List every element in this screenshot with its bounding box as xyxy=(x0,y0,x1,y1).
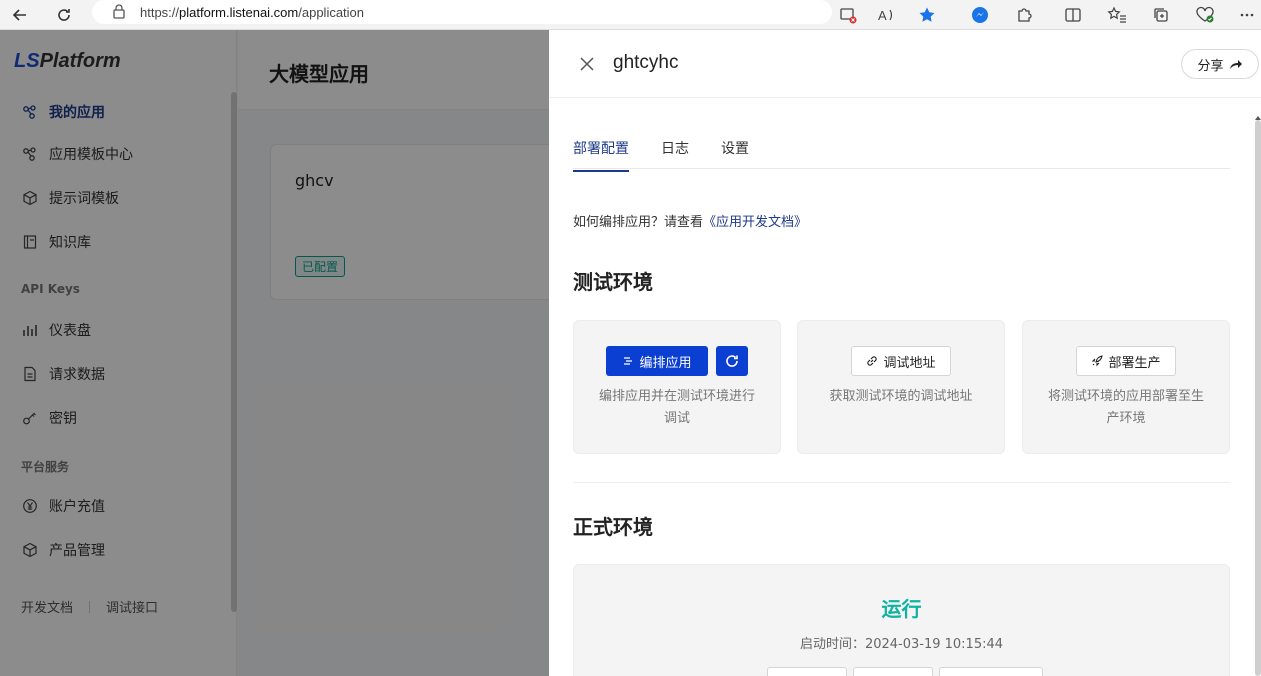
drawer-tabs: 部署配置 日志 设置 xyxy=(573,130,1230,172)
orchestrate-icon xyxy=(622,355,634,367)
test-env-title: 测试环境 xyxy=(573,270,653,294)
orchestrate-desc: 编排应用并在测试环境进行调试 xyxy=(598,389,755,426)
orchestrate-app-button[interactable]: 编排应用 xyxy=(606,346,708,376)
drawer-scrollbar[interactable] xyxy=(1255,120,1261,676)
favorites-list-icon[interactable] xyxy=(1105,3,1129,27)
lock-icon xyxy=(112,3,126,22)
deploy-prod-desc: 将测试环境的应用部署至生产环境 xyxy=(1047,389,1204,426)
tracking-blocked-icon[interactable] xyxy=(836,3,860,27)
deploy-prod-card: 部署生产 将测试环境的应用部署至生产环境 xyxy=(1022,320,1230,454)
refresh-icon[interactable] xyxy=(52,3,76,27)
tab-deploy-config[interactable]: 部署配置 xyxy=(573,138,629,172)
prod-env-panel: 运行 启动时间：2024-03-19 10:15:44 xyxy=(573,564,1230,676)
share-button[interactable]: 分享 xyxy=(1181,49,1259,79)
read-aloud-icon[interactable]: A xyxy=(875,3,899,27)
modal-overlay[interactable] xyxy=(0,30,549,676)
prod-action-button-2[interactable] xyxy=(853,667,933,676)
back-icon[interactable] xyxy=(8,3,32,27)
tab-logs[interactable]: 日志 xyxy=(661,138,689,170)
drawer-header: ghtcyhc 分享 xyxy=(549,30,1261,98)
help-text: 如何编排应用？请查看《应用开发文档》 xyxy=(573,215,808,230)
scroll-up-icon[interactable] xyxy=(1255,110,1261,120)
extension-messenger-icon[interactable] xyxy=(968,3,992,27)
prod-start-time: 启动时间：2024-03-19 10:15:44 xyxy=(799,637,1004,652)
prod-status: 运行 xyxy=(881,597,922,621)
svg-text:A: A xyxy=(878,8,887,23)
url-prefix: https:// xyxy=(140,4,180,20)
debug-url-button[interactable]: 调试地址 xyxy=(851,346,951,376)
tab-settings[interactable]: 设置 xyxy=(721,138,749,170)
prod-env-title: 正式环境 xyxy=(573,515,653,539)
prod-action-button-1[interactable] xyxy=(767,667,847,676)
url-path: /application xyxy=(298,4,365,20)
url-host: platform.listenai.com xyxy=(179,4,299,20)
address-bar[interactable]: https://platform.listenai.com/applicatio… xyxy=(92,0,832,24)
drawer-title: ghtcyhc xyxy=(613,52,679,73)
collections-icon[interactable] xyxy=(1149,3,1173,27)
rocket-icon xyxy=(1091,355,1104,367)
browser-essentials-icon[interactable] xyxy=(1193,3,1217,27)
app-dev-docs-link[interactable]: 《应用开发文档》 xyxy=(703,215,807,230)
orchestrate-card: 编排应用 编排应用并在测试环境进行调试 xyxy=(573,320,781,454)
favorite-star-icon[interactable] xyxy=(915,3,939,27)
deploy-production-button[interactable]: 部署生产 xyxy=(1076,346,1176,376)
prod-actions xyxy=(767,667,1043,676)
debug-url-card: 调试地址 获取测试环境的调试地址 xyxy=(797,320,1005,454)
extensions-puzzle-icon[interactable] xyxy=(1012,3,1036,27)
refresh-icon xyxy=(725,355,738,367)
debug-url-desc: 获取测试环境的调试地址 xyxy=(829,389,973,404)
split-screen-icon[interactable] xyxy=(1061,3,1085,27)
link-icon xyxy=(866,355,878,367)
more-options-icon[interactable] xyxy=(1235,3,1259,27)
browser-toolbar: https://platform.listenai.com/applicatio… xyxy=(0,0,1261,30)
test-env-cards: 编排应用 编排应用并在测试环境进行调试 调试地址 获取测试环境的调试地址 部署生… xyxy=(573,320,1230,454)
close-icon[interactable] xyxy=(577,54,597,74)
share-arrow-icon xyxy=(1229,58,1243,70)
prod-action-button-3[interactable] xyxy=(939,667,1043,676)
refresh-button[interactable] xyxy=(715,346,748,376)
section-divider xyxy=(573,482,1230,483)
app-detail-drawer: ghtcyhc 分享 部署配置 日志 设置 如何编排应用？请查看《应用开发文档》… xyxy=(549,30,1261,676)
